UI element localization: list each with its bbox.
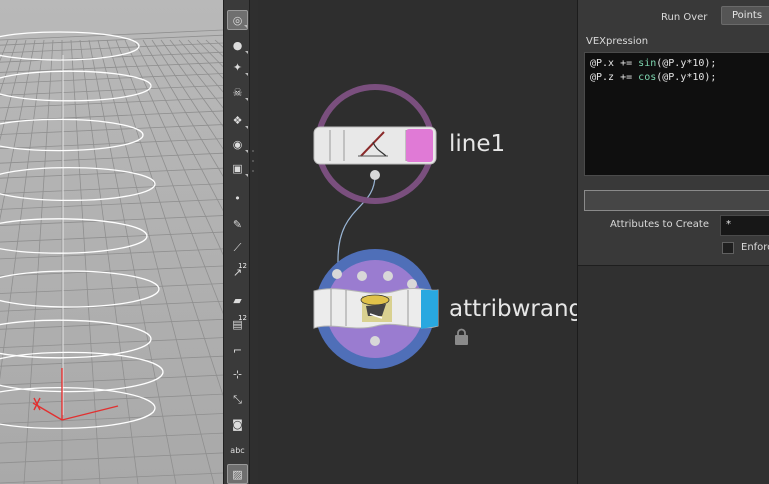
tool-point[interactable]: • (227, 188, 248, 208)
record-icon: ◙ (232, 417, 243, 431)
node-line1-output[interactable] (370, 170, 380, 180)
run-over-dropdown[interactable]: Points (721, 6, 769, 25)
network-editor[interactable]: line1 attribwrang (258, 0, 578, 484)
axis-icon: ⤡ (233, 393, 242, 406)
enforce-checkbox[interactable] (722, 242, 734, 254)
transform-icon: ❖ (232, 113, 243, 127)
viewport-canvas[interactable] (0, 0, 223, 484)
enforce-label: Enforc (741, 242, 769, 253)
tool-text[interactable]: abc (227, 440, 248, 460)
image-icon: ▨ (232, 467, 243, 481)
origin-axis-gizmo (32, 368, 119, 421)
tool-brush[interactable]: ✎ (227, 214, 248, 234)
vexpression-label: VEXpression (586, 36, 649, 47)
pane-splitter[interactable] (250, 0, 258, 484)
node-attribwrangle-label: attribwrang (449, 296, 578, 322)
eraser-icon: ▰ (233, 293, 242, 307)
light-icon: ● (232, 38, 243, 52)
tool-number-label: 12 (238, 314, 247, 322)
tool-camera[interactable]: ▣ (227, 158, 248, 178)
tool-pipette[interactable]: ⟋ (227, 238, 248, 258)
node-wrangle-input-1[interactable] (332, 269, 342, 279)
tool-number[interactable]: 12 ↗ (227, 262, 248, 282)
parameter-pane: Run Over Points VEXpression @P.x += sin(… (577, 0, 769, 484)
node-wrangle-input-3[interactable] (383, 271, 393, 281)
vex-line: @P.z += cos(@P.y*10); (590, 72, 717, 83)
text-field[interactable] (584, 190, 769, 211)
tool-select[interactable]: ◎ (227, 10, 248, 30)
tool-snap[interactable]: ⊹ (227, 364, 248, 384)
tool-skull[interactable]: ☠ (227, 82, 248, 102)
scene-viewport[interactable] (0, 0, 223, 484)
node-line1-label: line1 (449, 131, 506, 157)
point-icon: • (234, 191, 241, 205)
node-wrangle-output[interactable] (370, 336, 380, 346)
pipette-icon: ⟋ (233, 241, 242, 254)
tool-axis[interactable]: ⤡ (227, 390, 248, 410)
network-canvas[interactable] (258, 0, 578, 484)
lock-icon[interactable] (455, 328, 468, 346)
node-wrangle-display-flag[interactable] (421, 289, 438, 329)
vexpression-editor[interactable]: @P.x += sin(@P.y*10); @P.z += cos(@P.y*1… (584, 52, 769, 176)
node-line1-display-flag[interactable] (406, 129, 433, 162)
vex-line: @P.x += sin(@P.y*10); (590, 58, 717, 69)
attributes-to-create-field[interactable]: * (720, 215, 769, 236)
tool-record[interactable]: ◙ (227, 414, 248, 434)
tool-camera-eye[interactable]: ◉ (227, 134, 248, 154)
snap-icon: ⊹ (232, 367, 243, 381)
camera-eye-icon: ◉ (232, 137, 243, 151)
brush-icon: ✎ (232, 217, 243, 231)
tool-light[interactable]: ● (227, 35, 248, 55)
tool-corner[interactable]: ⌐ (227, 340, 248, 360)
corner-icon: ⌐ (232, 343, 243, 357)
parameter-pane-empty-area (578, 265, 769, 484)
tool-stack-number[interactable]: 12 ▤ (227, 314, 248, 334)
tool-eraser[interactable]: ▰ (227, 290, 248, 310)
skull-icon: ☠ (232, 85, 243, 99)
attributes-to-create-label: Attributes to Create (610, 219, 709, 230)
run-over-label: Run Over (661, 12, 708, 23)
viewport-toolbar: ◎ ● ✦ ☠ ❖ ◉ ▣ • ✎ ⟋ 12 ↗ ▰ 12 ▤ ⌐ ⊹ ⤡ ◙ abc ▨ (223, 0, 250, 484)
tool-transform[interactable]: ❖ (227, 110, 248, 130)
node-attribwrangle[interactable] (313, 249, 439, 369)
node-wrangle-input-4[interactable] (407, 279, 417, 289)
tool-image[interactable]: ▨ (227, 464, 248, 484)
select-icon: ◎ (232, 13, 243, 27)
tool-number-label: 12 (238, 262, 247, 270)
tool-light-add[interactable]: ✦ (227, 57, 248, 77)
camera-icon: ▣ (232, 161, 243, 175)
node-line1[interactable] (313, 84, 437, 204)
light-add-icon: ✦ (232, 60, 243, 74)
text-icon: abc (230, 445, 245, 455)
cowboy-wrangler-icon (360, 294, 392, 322)
node-wrangle-input-2[interactable] (357, 271, 367, 281)
